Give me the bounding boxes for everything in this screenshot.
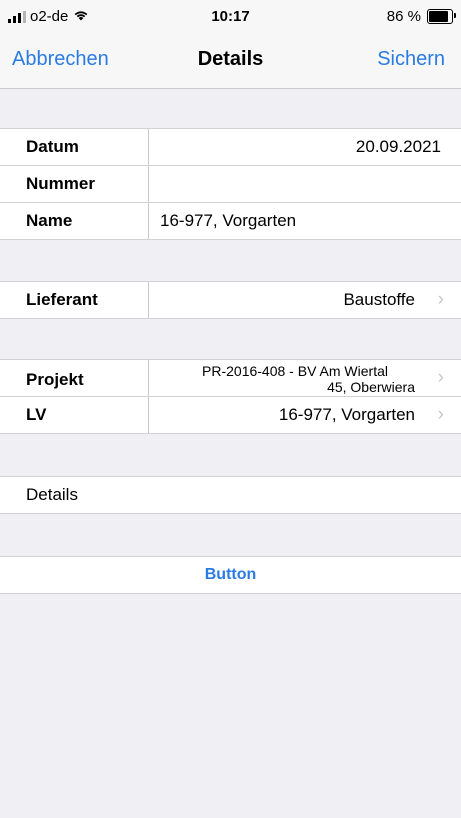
section-supplier: Lieferant Baustoffe › bbox=[0, 281, 461, 319]
supplier-label: Lieferant bbox=[26, 290, 98, 309]
section-project: Projekt PR-2016-408 - BV Am Wiertal 45, … bbox=[0, 359, 461, 434]
section-details: Details bbox=[0, 476, 461, 514]
number-row[interactable]: Nummer bbox=[0, 166, 461, 203]
column-divider bbox=[148, 166, 149, 202]
number-label: Nummer bbox=[26, 174, 95, 193]
status-bar: o2-de 10:17 86 % bbox=[0, 0, 461, 34]
battery-icon bbox=[427, 9, 456, 24]
column-divider bbox=[148, 360, 149, 396]
status-right: 86 % bbox=[386, 8, 456, 25]
chevron-right-icon: › bbox=[437, 404, 444, 425]
lv-row[interactable]: LV 16-977, Vorgarten › bbox=[0, 397, 461, 433]
project-label: Projekt bbox=[26, 370, 84, 389]
date-row[interactable]: Datum 20.09.2021 bbox=[0, 129, 461, 166]
chevron-right-icon: › bbox=[437, 289, 444, 310]
supplier-row[interactable]: Lieferant Baustoffe › bbox=[0, 282, 461, 318]
chevron-right-icon: › bbox=[437, 367, 444, 388]
date-label: Datum bbox=[26, 137, 79, 156]
column-divider bbox=[148, 129, 149, 165]
column-divider bbox=[148, 282, 149, 318]
project-value-line2: 45, Oberwiera bbox=[327, 379, 415, 395]
supplier-value: Baustoffe bbox=[343, 290, 415, 309]
column-divider bbox=[148, 203, 149, 239]
navigation-bar: Abbrechen Details Sichern bbox=[0, 34, 461, 89]
section-button: Button bbox=[0, 556, 461, 594]
save-button[interactable]: Sichern bbox=[377, 48, 445, 71]
project-row[interactable]: Projekt PR-2016-408 - BV Am Wiertal 45, … bbox=[0, 360, 461, 397]
project-value: PR-2016-408 - BV Am Wiertal 45, Oberwier… bbox=[175, 363, 415, 395]
battery-percent: 86 % bbox=[386, 8, 421, 25]
date-value[interactable]: 20.09.2021 bbox=[356, 129, 441, 165]
project-value-line1: PR-2016-408 - BV Am Wiertal bbox=[202, 363, 388, 379]
lv-label: LV bbox=[26, 405, 47, 424]
name-value[interactable]: 16-977, Vorgarten bbox=[160, 203, 296, 239]
name-label: Name bbox=[26, 211, 73, 230]
section-general: Datum 20.09.2021 Nummer Name 16-977, Vor… bbox=[0, 128, 461, 240]
details-label: Details bbox=[26, 485, 78, 504]
name-row[interactable]: Name 16-977, Vorgarten bbox=[0, 203, 461, 239]
details-row[interactable]: Details bbox=[0, 477, 461, 513]
column-divider bbox=[148, 397, 149, 433]
lv-value: 16-977, Vorgarten bbox=[278, 405, 415, 424]
action-button[interactable]: Button bbox=[0, 557, 461, 593]
